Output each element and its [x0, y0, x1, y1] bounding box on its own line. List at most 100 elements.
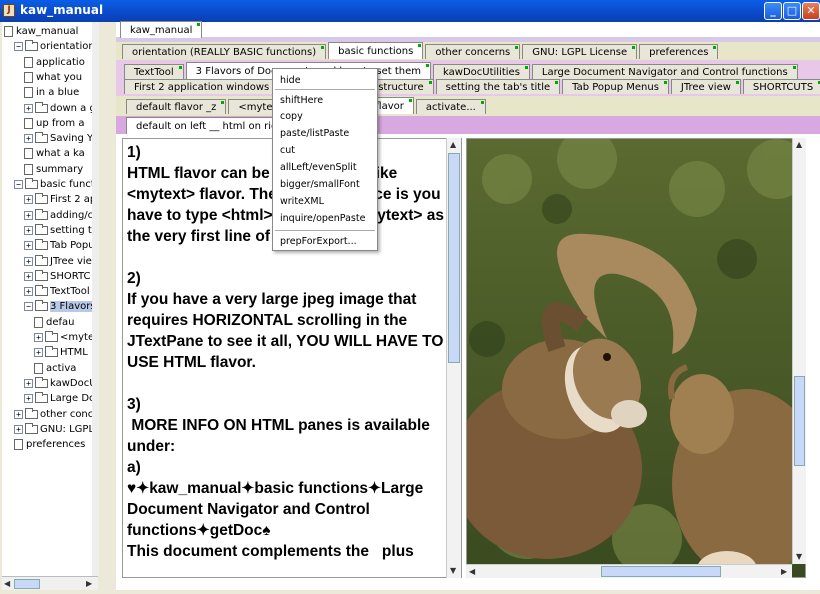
tree-node[interactable]: + setting th: [24, 223, 97, 238]
minimize-button[interactable]: _: [764, 2, 782, 20]
tree-node[interactable]: + GNU: LGPL l: [14, 422, 97, 437]
tree-node[interactable]: + other concer: [14, 407, 97, 422]
tree-node[interactable]: + adding/ch: [24, 208, 98, 223]
scroll-up-arrow-icon[interactable]: ▲: [796, 140, 802, 149]
expand-icon[interactable]: +: [24, 210, 33, 220]
popup-menu-item[interactable]: writeXML: [280, 196, 324, 207]
tab[interactable]: activate...: [415, 99, 486, 114]
popup-menu-item[interactable]: inquire/openPaste: [280, 213, 365, 224]
tree-node[interactable]: − basic functio: [14, 177, 97, 192]
tree-node[interactable]: preferences: [14, 437, 85, 452]
collapse-icon[interactable]: −: [24, 302, 33, 312]
scroll-right-arrow-icon[interactable]: ▶: [781, 567, 787, 576]
scroll-up-arrow-icon[interactable]: ▲: [450, 140, 456, 149]
collapse-icon[interactable]: −: [14, 42, 23, 52]
tree-node[interactable]: + Tab Popu: [24, 238, 95, 253]
scroll-left-arrow-icon[interactable]: ◀: [469, 567, 475, 576]
tree-node-label: adding/ch: [50, 209, 98, 221]
popup-menu-item[interactable]: copy: [280, 111, 303, 122]
tree-node[interactable]: + First 2 ap: [24, 192, 96, 207]
expand-icon[interactable]: +: [34, 333, 43, 342]
collapse-icon[interactable]: −: [14, 180, 23, 189]
text-pane-vertical-scrollbar[interactable]: ▲ ▼: [446, 138, 461, 578]
popup-menu-item[interactable]: prepForExport...: [280, 236, 357, 247]
folder-icon: [35, 285, 48, 297]
image-pane-horizontal-scrollbar[interactable]: ◀ ▶: [466, 564, 792, 578]
tree-node[interactable]: summary: [24, 162, 83, 177]
tree-node[interactable]: + JTree vie: [24, 254, 92, 269]
tree-node[interactable]: defau: [34, 315, 75, 330]
tree-node[interactable]: + <myte: [34, 330, 94, 345]
tree-node[interactable]: + TextTool: [24, 284, 90, 299]
expand-icon[interactable]: +: [24, 241, 33, 251]
tree-node[interactable]: up from a: [24, 116, 84, 131]
expand-icon[interactable]: +: [34, 348, 43, 358]
tab[interactable]: kaw_manual: [120, 21, 203, 38]
popup-menu-item[interactable]: cut: [280, 145, 295, 156]
tree-horizontal-scrollbar[interactable]: ◀ ▶: [2, 576, 98, 590]
tab[interactable]: orientation (REALLY BASIC functions): [122, 44, 327, 59]
tree-node[interactable]: − 3 Flavors: [24, 299, 96, 314]
window-title-bar[interactable]: J kaw_manual _ □ ✕: [0, 0, 820, 22]
tree-node[interactable]: − orientation (R: [14, 39, 97, 54]
tree-node[interactable]: kaw_manual: [4, 24, 78, 39]
scroll-left-arrow-icon[interactable]: ◀: [4, 579, 10, 588]
tab-row-3: First 2 application windowsadding/changi…: [124, 77, 820, 94]
tree-node[interactable]: in a blue: [24, 85, 79, 100]
tree-node[interactable]: + Large Do: [24, 391, 95, 406]
tab[interactable]: preferences: [639, 44, 719, 59]
scroll-right-arrow-icon[interactable]: ▶: [86, 579, 92, 588]
tab[interactable]: basic functions: [328, 42, 424, 59]
expand-icon[interactable]: +: [24, 134, 33, 144]
tab[interactable]: default flavor _z: [126, 99, 227, 114]
expand-icon[interactable]: +: [24, 394, 33, 404]
tree-node[interactable]: what a ka: [24, 146, 85, 161]
tree-vertical-scrollbar[interactable]: [92, 22, 99, 576]
tree-node[interactable]: + down a g: [24, 101, 96, 116]
tree-node[interactable]: what you: [24, 70, 82, 85]
expand-icon[interactable]: +: [24, 378, 33, 388]
scroll-thumb[interactable]: [448, 153, 460, 363]
close-button[interactable]: ✕: [802, 2, 820, 20]
expand-icon[interactable]: +: [24, 195, 33, 205]
tab[interactable]: Tab Popup Menus: [562, 79, 669, 94]
popup-menu-item[interactable]: paste/listPaste: [280, 128, 349, 139]
expand-icon[interactable]: +: [24, 256, 33, 266]
popup-menu-item[interactable]: hide: [280, 75, 301, 86]
popup-menu-item[interactable]: allLeft/evenSplit: [280, 162, 357, 173]
tab[interactable]: JTree view: [670, 79, 741, 94]
expand-icon[interactable]: +: [14, 409, 23, 419]
expand-icon[interactable]: +: [24, 271, 33, 281]
expand-icon[interactable]: +: [24, 225, 33, 235]
tab[interactable]: other concerns: [425, 44, 521, 59]
tab[interactable]: First 2 application windows: [124, 79, 280, 94]
expand-icon[interactable]: +: [24, 287, 33, 297]
scroll-thumb[interactable]: [14, 579, 40, 589]
tree-node[interactable]: + Saving Yo: [24, 131, 97, 146]
image-pane[interactable]: [466, 138, 806, 578]
document-tree[interactable]: kaw_manual − orientation (R applicatio what …: [2, 22, 98, 590]
tree-node[interactable]: activa: [34, 361, 76, 376]
tree-node[interactable]: applicatio: [24, 55, 85, 70]
tree-node[interactable]: + SHORTC: [24, 269, 90, 284]
maximize-button[interactable]: □: [783, 2, 801, 20]
scroll-thumb[interactable]: [601, 566, 721, 577]
expand-icon[interactable]: +: [14, 424, 23, 434]
scroll-down-arrow-icon[interactable]: ▼: [796, 552, 802, 561]
scroll-thumb[interactable]: [794, 376, 805, 466]
tab[interactable]: SHORTCUTS: [742, 79, 820, 94]
tree-node[interactable]: + kawDocU: [24, 376, 97, 391]
popup-menu-item[interactable]: shiftHere: [280, 95, 323, 106]
tab-popup-menu[interactable]: hide shiftHere copy paste/listPaste cut allLe…: [272, 68, 378, 251]
popup-menu-item[interactable]: bigger/smallFont: [280, 179, 360, 190]
tree-node-label: preferences: [26, 439, 86, 451]
java-app-icon: J: [3, 4, 15, 17]
scroll-down-arrow-icon[interactable]: ▼: [450, 566, 456, 575]
tree-node[interactable]: + HTML: [34, 345, 88, 360]
tab[interactable]: setting the tab's title: [435, 79, 561, 94]
tab-marker-icon: [480, 101, 484, 104]
menu-separator: [275, 89, 375, 90]
tab[interactable]: GNU: LGPL License: [522, 44, 638, 59]
image-pane-vertical-scrollbar[interactable]: ▲ ▼: [792, 138, 806, 564]
expand-icon[interactable]: +: [24, 103, 33, 113]
